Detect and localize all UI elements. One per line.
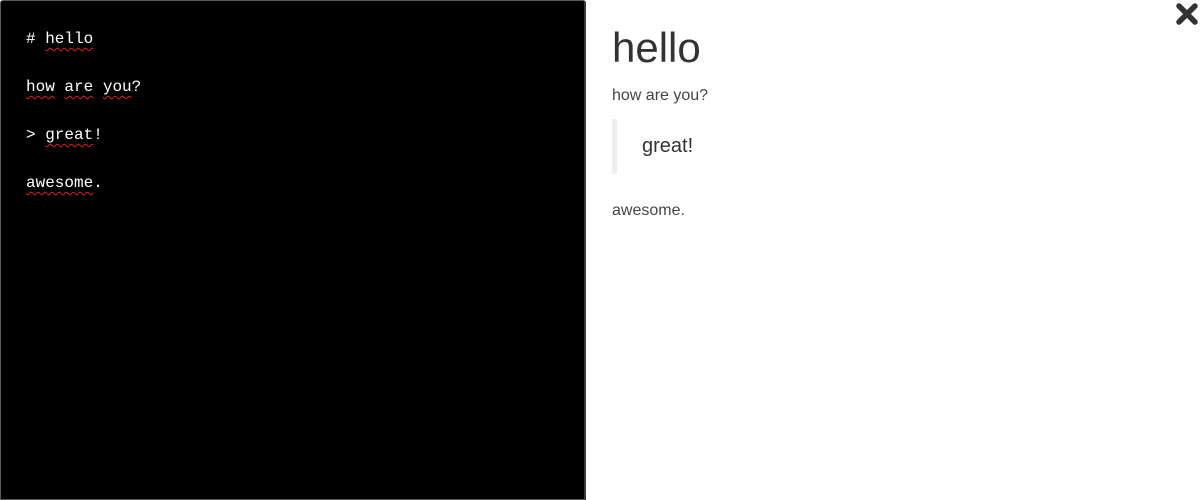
preview-paragraph: how are you? — [612, 87, 709, 104]
source-line-heading: # hello — [26, 30, 94, 48]
preview-paragraph-2: awesome. — [612, 202, 685, 219]
markdown-editor[interactable]: # hello how are you? > great! awesome. — [0, 0, 586, 500]
misspelled-word: hello — [45, 30, 94, 48]
misspelled-word: great — [45, 126, 94, 144]
markdown-preview: hello how are you? great! awesome. — [612, 0, 1172, 500]
misspelled-word: awesome — [26, 174, 94, 192]
source-line-paragraph-2: awesome. — [26, 174, 103, 192]
preview-blockquote: great! — [612, 119, 912, 174]
source-line-paragraph: how are you? — [26, 78, 142, 96]
source-line-blockquote: > great! — [26, 126, 103, 144]
preview-heading: hello — [612, 24, 701, 71]
misspelled-word: you — [102, 78, 132, 96]
close-button[interactable] — [1175, 2, 1199, 26]
misspelled-word: are — [64, 78, 94, 96]
misspelled-word: how — [26, 78, 55, 96]
close-icon — [1175, 2, 1199, 26]
